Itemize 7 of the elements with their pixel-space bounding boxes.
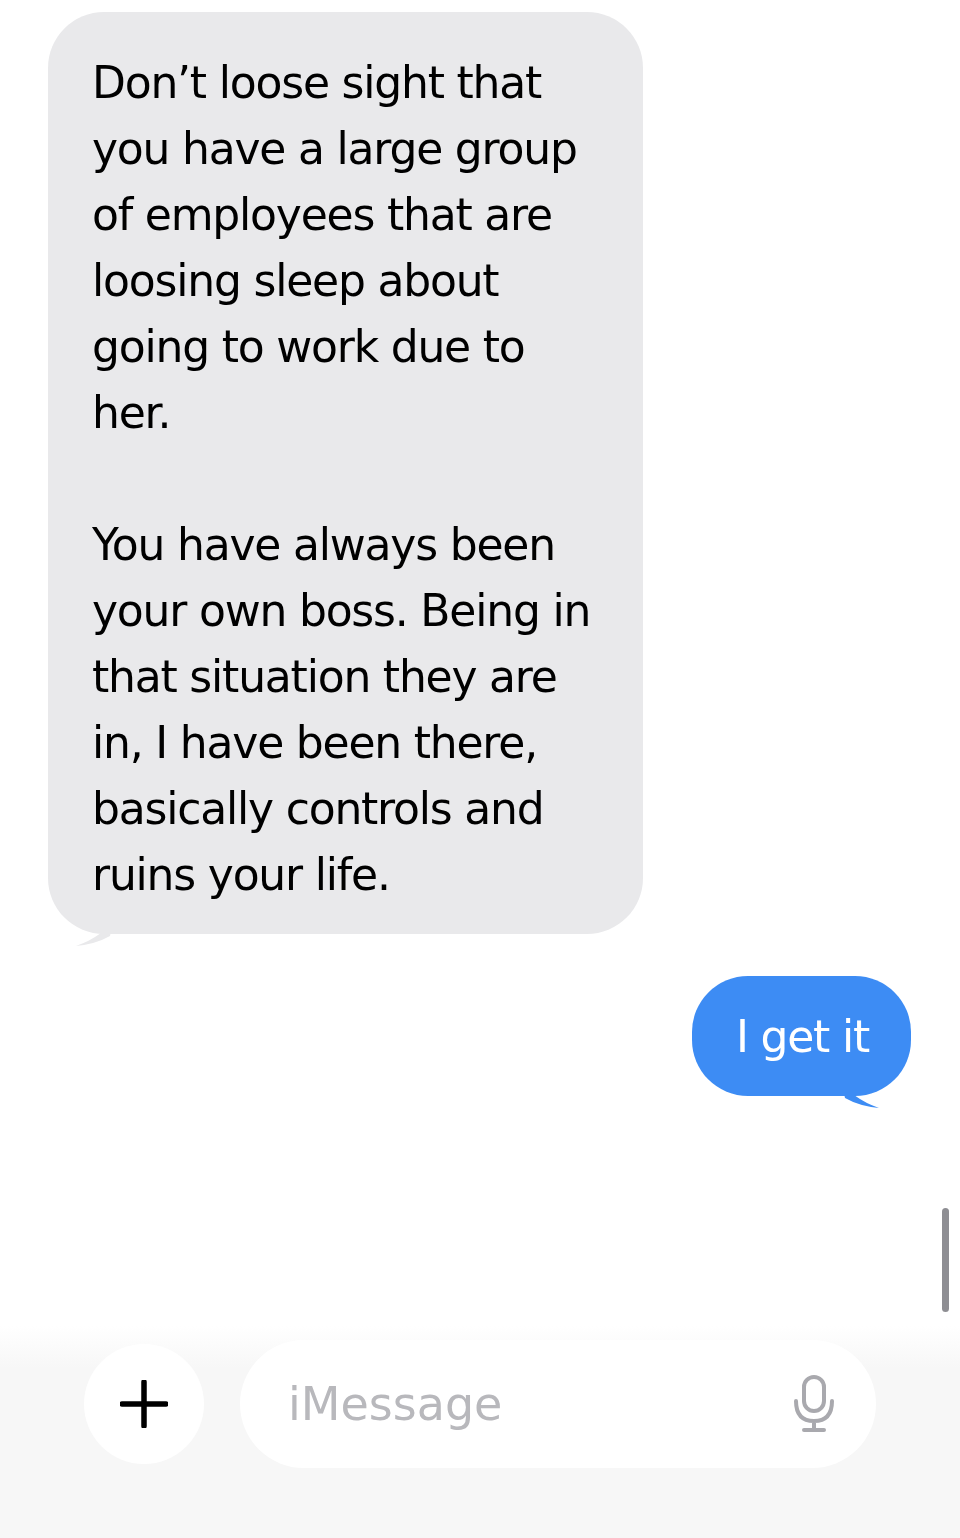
scroll-indicator[interactable] (942, 1208, 949, 1312)
message-text: I get it (735, 1010, 869, 1064)
message-text: You have always been your own boss. Being in that situation they are in, I have been there, basically controls and ruins your life. (92, 518, 592, 902)
message-input-field[interactable]: iMessage (240, 1340, 876, 1468)
message-text: Don’t loose sight that you have a large group of employees that are loosing sleep about going to work due to her. (92, 56, 578, 440)
plus-icon (120, 1380, 168, 1428)
microphone-icon[interactable] (792, 1375, 836, 1433)
